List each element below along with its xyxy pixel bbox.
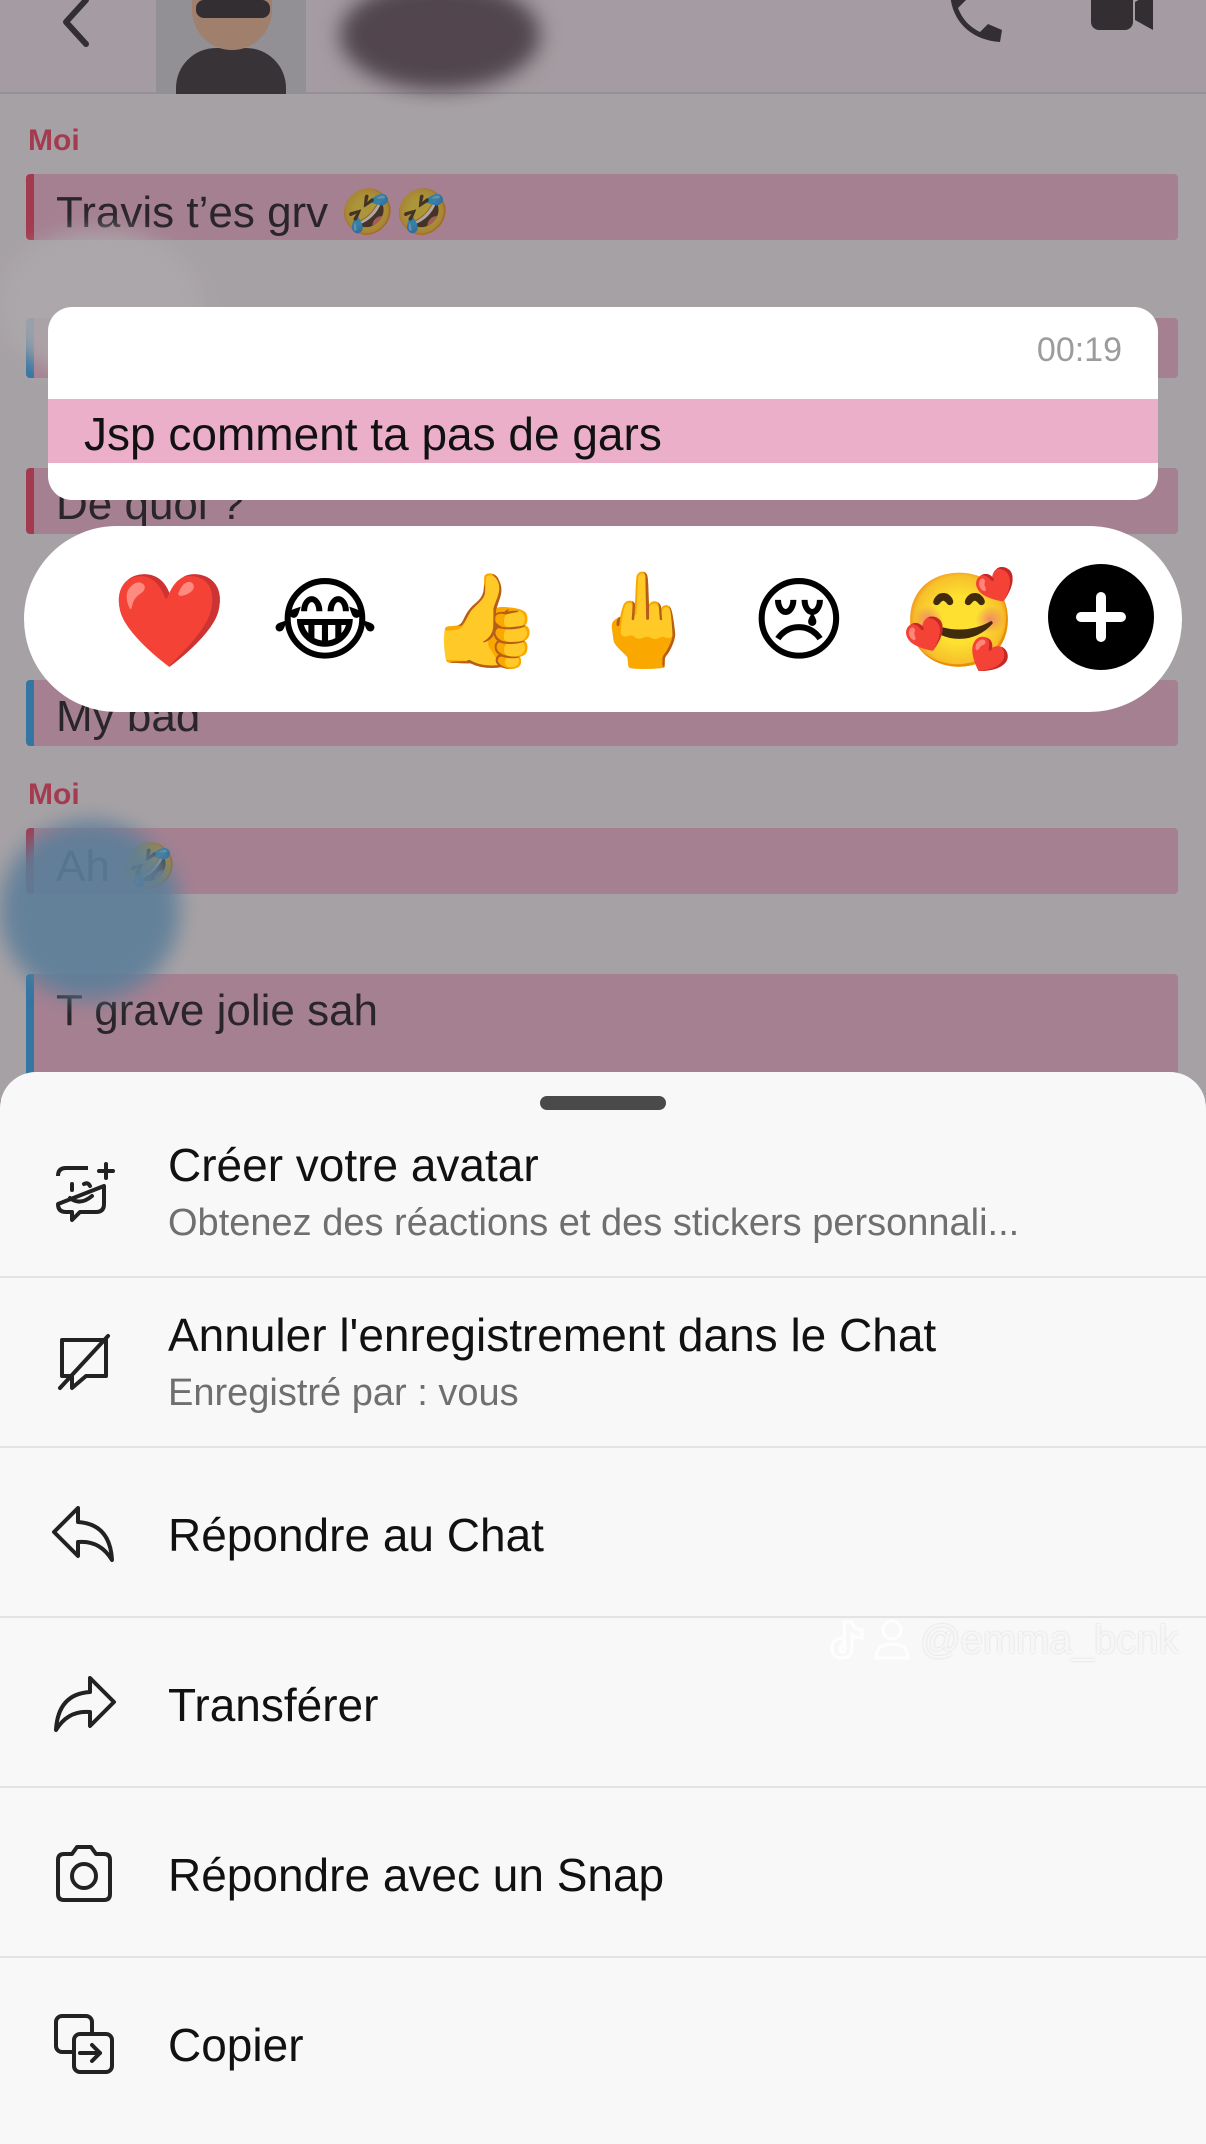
menu-item-title: Copier (168, 2019, 304, 2071)
message-timestamp: 00:19 (1036, 331, 1122, 369)
menu-item-copy[interactable]: Copier (0, 1958, 1206, 2128)
menu-item-title: Répondre au Chat (168, 1509, 544, 1561)
selected-message-text: Jsp comment ta pas de gars (84, 408, 662, 460)
action-sheet: Créer votre avatar Obtenez des réactions… (0, 1072, 1206, 2144)
menu-item-reply[interactable]: Répondre au Chat (0, 1448, 1206, 1618)
menu-item-subtitle: Obtenez des réactions et des stickers pe… (168, 1202, 1020, 1244)
reaction-hearts-face[interactable]: 🥰 (902, 566, 1017, 676)
reaction-heart[interactable]: ❤️ (112, 566, 227, 676)
selected-message-card: 00:19 Jsp comment ta pas de gars (48, 307, 1158, 500)
reaction-thumbs-up[interactable]: 👍 (428, 566, 543, 676)
reaction-laugh[interactable]: 😂 (270, 566, 380, 676)
menu-item-unsave[interactable]: Annuler l'enregistrement dans le Chat En… (0, 1278, 1206, 1448)
avatar-smile-icon (56, 1162, 115, 1222)
reaction-middle-finger[interactable]: 🖕 (586, 566, 701, 676)
copy-icon (54, 2014, 114, 2074)
menu-item-create-avatar[interactable]: Créer votre avatar Obtenez des réactions… (0, 1108, 1206, 1278)
forward-arrow-icon (54, 1676, 116, 1732)
menu-item-title: Transférer (168, 1679, 379, 1731)
tiktok-watermark-icon (830, 1619, 910, 1660)
reaction-sad[interactable]: 😢 (744, 566, 854, 676)
reaction-bar: ❤️ 😂 👍 🖕 😢 🥰 (24, 526, 1182, 712)
watermark: @emma_bcnk (920, 1618, 1179, 1662)
menu-item-title: Répondre avec un Snap (168, 1849, 665, 1901)
camera-icon (56, 1845, 112, 1902)
menu-item-reply-snap[interactable]: Répondre avec un Snap (0, 1788, 1206, 1958)
reply-arrow-icon (52, 1506, 114, 1562)
menu-item-title: Annuler l'enregistrement dans le Chat (168, 1309, 937, 1361)
more-reactions-plus-icon[interactable] (1048, 564, 1154, 670)
menu-item-subtitle: Enregistré par : vous (168, 1372, 519, 1414)
menu-item-title: Créer votre avatar (168, 1139, 539, 1191)
unsave-bookmark-icon (58, 1334, 110, 1390)
